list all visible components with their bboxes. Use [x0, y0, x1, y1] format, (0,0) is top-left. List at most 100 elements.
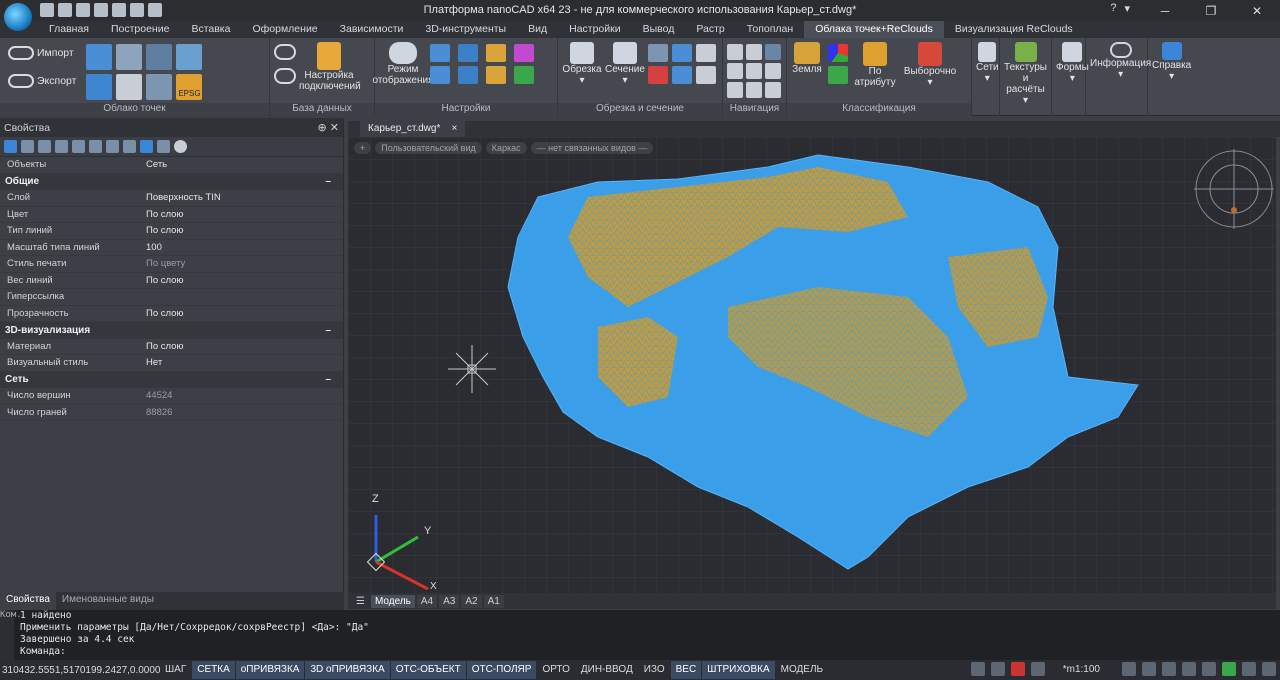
property-row[interactable]: Тип линий По слою	[0, 223, 343, 240]
collapse-icon[interactable]: –	[325, 325, 331, 336]
help-ribbon-button[interactable]: Справка ▾	[1152, 42, 1191, 82]
ribbon-tab[interactable]: Зависимости	[329, 21, 415, 38]
document-tab[interactable]: Карьер_ст.dwg* ×	[360, 121, 466, 137]
property-row[interactable]: Визуальный стиль Нет	[0, 355, 343, 372]
app-logo[interactable]	[4, 3, 32, 31]
zoom-extents-icon[interactable]	[1182, 662, 1196, 676]
property-row[interactable]: Прозрачность По слою	[0, 306, 343, 322]
status-toggle[interactable]: МОДЕЛЬ	[776, 661, 828, 679]
nav-9-icon[interactable]	[765, 82, 781, 98]
ribbon-tab[interactable]: Визуализация ReClouds	[944, 21, 1084, 38]
help-button[interactable]: ?	[1110, 2, 1116, 15]
ribbon-tab[interactable]: Настройки	[558, 21, 632, 38]
hand-icon[interactable]	[1122, 662, 1136, 676]
tab-model[interactable]: Модель	[370, 594, 415, 608]
status-toggle[interactable]: ВЕС	[670, 661, 702, 679]
clip-tool-5-icon[interactable]	[672, 66, 692, 84]
property-section[interactable]: Сеть –	[0, 371, 343, 388]
db-settings-button[interactable]: Настройка подключений	[299, 42, 361, 92]
close-icon[interactable]: ×	[451, 123, 457, 134]
tool-8-icon[interactable]	[123, 140, 136, 153]
clip-tool-3-icon[interactable]	[696, 44, 716, 62]
zoom-icon[interactable]	[1142, 662, 1156, 676]
clip-tool-4-icon[interactable]	[648, 66, 668, 84]
property-row[interactable]: Цвет По слою	[0, 207, 343, 223]
property-row[interactable]: Объекты Сеть	[0, 157, 343, 174]
status-toggle[interactable]: СЕТКА	[192, 661, 235, 679]
cloud-tool-1-icon[interactable]	[86, 44, 113, 70]
minimize-button[interactable]: ─	[1142, 0, 1188, 21]
chevron-down-icon[interactable]: ▾	[1124, 2, 1130, 15]
epsg-icon[interactable]: EPSG	[176, 74, 203, 100]
forms-button[interactable]: Формы ▾	[1056, 42, 1089, 84]
cloud-tool-4-icon[interactable]	[176, 44, 203, 70]
ribbon-tab[interactable]: Топоплан	[736, 21, 804, 38]
tool-a-icon[interactable]	[970, 662, 985, 676]
ground-button[interactable]: Земля	[791, 42, 823, 75]
nav-7-icon[interactable]	[727, 82, 743, 98]
clip-button[interactable]: Обрезка ▾	[562, 42, 602, 86]
property-row[interactable]: Масштаб типа линий 100	[0, 240, 343, 256]
ribbon-tab[interactable]: Построение	[100, 21, 180, 38]
nav-3-icon[interactable]	[765, 44, 781, 60]
class-color-icon[interactable]	[828, 44, 848, 62]
export-button[interactable]: Экспорт	[4, 70, 80, 92]
cloud-db2-icon[interactable]	[274, 68, 296, 84]
clip-tool-6-icon[interactable]	[696, 66, 716, 84]
tab-named-views[interactable]: Именованные виды	[56, 592, 160, 610]
collapse-icon[interactable]: –	[325, 176, 331, 187]
pointer-icon[interactable]	[21, 140, 34, 153]
scale-readout[interactable]: *m1:100	[1063, 664, 1100, 675]
nav-8-icon[interactable]	[746, 82, 762, 98]
orbit-icon[interactable]	[1202, 662, 1216, 676]
status-toggle[interactable]: ОТС-ОБЪЕКТ	[390, 661, 466, 679]
palette-icon[interactable]	[514, 44, 534, 62]
display-mode-button[interactable]: Режим отображения	[373, 42, 434, 86]
pin-close-icon[interactable]: ⊕ ✕	[318, 121, 340, 134]
tab-properties[interactable]: Свойства	[0, 592, 56, 610]
ribbon-tab[interactable]: 3D-инструменты	[414, 21, 517, 38]
textures-button[interactable]: Текстуры и расчёты ▾	[1004, 42, 1047, 106]
status-toggle[interactable]: ДИН-ВВОД	[576, 661, 638, 679]
property-section[interactable]: 3D-визуализация –	[0, 322, 343, 339]
nav-6-icon[interactable]	[765, 63, 781, 79]
status-toggle[interactable]: ИЗО	[639, 661, 670, 679]
cmd-prompt[interactable]: Команда:	[20, 646, 369, 658]
status-toggle[interactable]: 3D оПРИВЯЗКА	[305, 661, 390, 679]
collapse-icon[interactable]: –	[325, 374, 331, 385]
property-section[interactable]: Общие –	[0, 173, 343, 190]
tool-7-icon[interactable]	[106, 140, 119, 153]
filter-icon[interactable]	[89, 140, 102, 153]
tab-a2[interactable]: A2	[461, 594, 482, 608]
layers-icon[interactable]	[458, 66, 478, 84]
close-button[interactable]: ✕	[1234, 0, 1280, 21]
nav-4-icon[interactable]	[727, 63, 743, 79]
status-toggle[interactable]: ОРТО	[537, 661, 574, 679]
cloud-tool-3-icon[interactable]	[146, 44, 173, 70]
status-toggle[interactable]: оПРИВЯЗКА	[235, 661, 305, 679]
cloud-tool-2-icon[interactable]	[116, 44, 143, 70]
cloud-tool-6-icon[interactable]	[116, 74, 143, 100]
tool-9-icon[interactable]	[140, 140, 153, 153]
tab-a1[interactable]: A1	[483, 594, 504, 608]
property-row[interactable]: Материал По слою	[0, 339, 343, 355]
status-toggle[interactable]: ОТС-ПОЛЯР	[466, 661, 537, 679]
ribbon-tab[interactable]: Оформление	[241, 21, 328, 38]
tool-10-icon[interactable]	[157, 140, 170, 153]
info-button[interactable]: Информация ▾	[1090, 42, 1151, 80]
select-window-icon[interactable]	[38, 140, 51, 153]
home-icon[interactable]	[430, 66, 450, 84]
ribbon-tab[interactable]: Вид	[517, 21, 558, 38]
ribbon-tab[interactable]: Вывод	[632, 21, 686, 38]
command-line[interactable]: Ком. 1 найдено Применить параметры [Да/Н…	[0, 610, 1280, 660]
zoom-window-icon[interactable]	[1162, 662, 1176, 676]
lightbulb-icon[interactable]	[990, 662, 1005, 676]
layout-menu-icon[interactable]: ☰	[352, 595, 369, 608]
tab-a4[interactable]: A4	[416, 594, 438, 608]
refresh-icon[interactable]	[1222, 662, 1236, 676]
select-add-icon[interactable]	[4, 140, 17, 153]
record-icon[interactable]	[1010, 662, 1025, 676]
nets-button[interactable]: Сети ▾	[976, 42, 999, 84]
cloud-db-icon[interactable]	[274, 44, 296, 60]
tab-a3[interactable]: A3	[439, 594, 460, 608]
